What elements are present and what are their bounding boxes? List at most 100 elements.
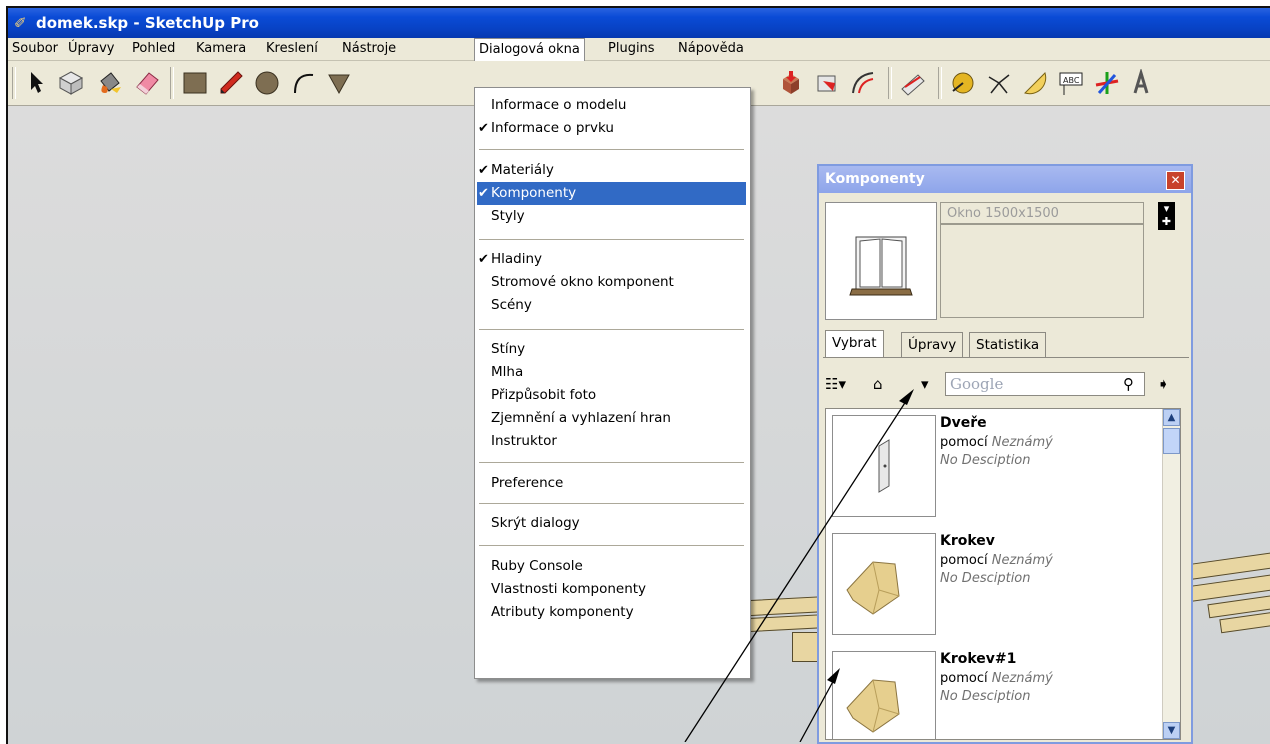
home-icon[interactable]: ⌂ [873,372,883,396]
dd-sceny[interactable]: Scény [477,294,746,317]
list-item[interactable]: Krokev pomocí Neznámý No Desciption [826,527,1162,645]
paint-bucket-icon[interactable] [94,68,124,98]
scroll-thumb[interactable] [1163,428,1180,454]
component-thumbnail [832,651,936,739]
menu-bar: Soubor Úpravy Pohled Kamera Kreslení Nás… [8,38,1270,61]
component-name: Dveře [940,415,987,431]
scroll-up-icon[interactable]: ▲ [1163,409,1180,426]
menu-upravy[interactable]: Úpravy [68,41,114,56]
push-pull-icon[interactable] [776,68,806,98]
toolbar-separator [938,67,942,99]
checkmark-icon: ✔ [478,121,489,136]
vertical-scrollbar[interactable]: ▲ ▼ [1162,409,1180,739]
list-item[interactable]: Krokev#1 pomocí Neznámý No Desciption [826,645,1162,739]
menu-pohled[interactable]: Pohled [132,41,175,56]
component-description-field[interactable] [940,224,1144,318]
component-description: No Desciption [940,453,1031,468]
close-icon[interactable]: ✕ [1166,171,1185,190]
component-description: No Desciption [940,571,1031,586]
svg-text:ABC: ABC [1063,76,1080,85]
dd-instruktor[interactable]: Instruktor [477,430,746,453]
component-thumbnail [832,533,936,635]
components-list: Dveře pomocí Neznámý No Desciption Kroke… [825,408,1181,740]
dd-mlha[interactable]: Mlha [477,361,746,384]
dd-preference[interactable]: Preference [477,472,746,495]
dd-atributy-komponenty[interactable]: Atributy komponenty [477,601,746,624]
dimension-icon[interactable] [984,68,1014,98]
rectangle-icon[interactable] [180,68,210,98]
window-title: domek.skp - SketchUp Pro [36,14,259,32]
protractor-icon[interactable] [1020,68,1050,98]
dd-zjemneni-hran[interactable]: Zjemnění a vyhlazení hran [477,407,746,430]
menu-dialogova-okna[interactable]: Dialogová okna [474,38,585,61]
menu-separator [479,239,744,240]
toolbar-separator [888,67,892,99]
window-model-thumbnail [849,236,913,296]
menu-plugins[interactable]: Plugins [608,41,655,56]
chevron-down-icon[interactable]: ▾ [921,372,929,396]
offset-icon[interactable] [848,68,878,98]
tab-divider [823,357,1189,358]
menu-separator [479,329,744,330]
dialogs-dropdown-menu: Informace o modelu ✔ Informace o prvku ✔ M… [474,87,751,679]
dd-stiny[interactable]: Stíny [477,338,746,361]
axes-icon[interactable] [1092,68,1122,98]
details-arrow-icon[interactable]: ➧ [1157,372,1170,396]
component-preview [825,202,937,320]
detail-plus-icon[interactable]: ▾ ✚ [1158,202,1175,230]
dd-styly[interactable]: Styly [477,205,746,228]
component-author: pomocí Neznámý [940,671,1053,686]
component-name: Krokev [940,533,995,549]
menu-soubor[interactable]: Soubor [12,41,58,56]
tab-vybrat[interactable]: Vybrat [825,330,884,358]
dd-komponenty[interactable]: ✔ Komponenty [477,182,746,205]
search-icon[interactable]: ⚲ [1123,372,1134,396]
dd-materialy[interactable]: ✔ Materiály [477,159,746,182]
dd-informace-o-modelu[interactable]: Informace o modelu [477,94,746,117]
tab-upravy[interactable]: Úpravy [901,332,964,358]
polygon-icon[interactable] [324,68,354,98]
rafter-model-thumbnail [846,679,900,733]
dd-stromove-okno-komponent[interactable]: Stromové okno komponent [477,271,746,294]
panel-title[interactable]: Komponenty [819,166,1191,193]
dd-skryt-dialogy[interactable]: Skrýt dialogy [477,512,746,535]
circle-icon[interactable] [252,68,282,98]
title-bar: ✐ domek.skp - SketchUp Pro [8,8,1270,38]
3d-text-icon[interactable] [1126,68,1156,98]
tab-statistika[interactable]: Statistika [969,332,1047,358]
component-author: pomocí Neznámý [940,553,1053,568]
follow-me-icon[interactable] [812,68,842,98]
pencil-line-icon[interactable] [216,68,246,98]
menu-nastroje[interactable]: Nástroje [342,41,396,56]
text-label-icon[interactable]: ABC [1056,68,1086,98]
scroll-down-icon[interactable]: ▼ [1163,722,1180,739]
rafter-model-thumbnail [846,561,900,615]
menu-separator [479,149,744,150]
view-options-icon[interactable]: ☷▾ [825,372,846,396]
toolbar-separator [170,67,174,99]
menu-separator [479,503,744,504]
rotate-icon[interactable] [898,68,928,98]
menu-kamera[interactable]: Kamera [196,41,246,56]
component-description: No Desciption [940,689,1031,704]
dd-ruby-console[interactable]: Ruby Console [477,555,746,578]
sketchup-window: ✐ domek.skp - SketchUp Pro Soubor Úpravy… [6,6,1270,744]
dd-informace-o-prvku[interactable]: ✔ Informace o prvku [477,117,746,140]
select-arrow-icon[interactable] [20,68,50,98]
sketchup-pencil-icon: ✐ [14,14,27,32]
dd-vlastnosti-komponenty[interactable]: Vlastnosti komponenty [477,578,746,601]
list-item[interactable]: Dveře pomocí Neznámý No Desciption [826,409,1162,527]
menu-kresleni[interactable]: Kreslení [266,41,318,56]
dd-prizpusobit-foto[interactable]: Přizpůsobit foto [477,384,746,407]
component-name-field[interactable]: Okno 1500x1500 [940,202,1144,224]
component-thumbnail [832,415,936,517]
eraser-icon[interactable] [132,68,162,98]
door-model-thumbnail [878,439,890,493]
search-input[interactable]: Google [945,372,1145,396]
tape-measure-icon[interactable] [948,68,978,98]
make-component-icon[interactable] [56,68,86,98]
menu-napoveda[interactable]: Nápověda [678,41,744,56]
menu-separator [479,545,744,546]
dd-hladiny[interactable]: ✔ Hladiny [477,248,746,271]
arc-icon[interactable] [288,68,318,98]
